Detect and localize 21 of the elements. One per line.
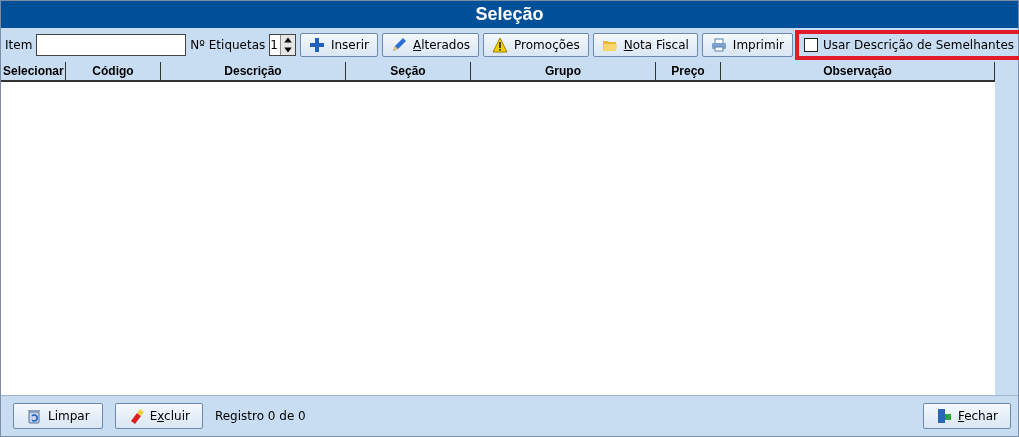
column-header[interactable]: Seção bbox=[346, 62, 471, 80]
column-header[interactable]: Descrição bbox=[161, 62, 346, 80]
labels-count-spinner[interactable]: 1 bbox=[269, 34, 296, 56]
column-header[interactable]: Código bbox=[66, 62, 161, 80]
print-button[interactable]: Imprimir bbox=[701, 33, 793, 57]
column-header[interactable]: Selecionar bbox=[1, 62, 66, 80]
promotions-button[interactable]: Promoções bbox=[483, 33, 589, 57]
changed-button[interactable]: Alterados bbox=[381, 33, 480, 57]
window-title: Seleção bbox=[1, 1, 1018, 28]
similar-description-checkbox[interactable]: Usar Descrição de Semelhantes bbox=[796, 32, 1019, 58]
invoice-button[interactable]: Nota Fiscal bbox=[592, 33, 698, 57]
column-header[interactable]: Grupo bbox=[471, 62, 656, 80]
column-header[interactable]: Preço bbox=[656, 62, 721, 80]
clear-button[interactable]: Limpar bbox=[13, 403, 103, 429]
labels-count-label: Nº Etiquetas bbox=[190, 38, 266, 52]
item-label: Item bbox=[5, 38, 33, 52]
delete-button[interactable]: Excluir bbox=[114, 403, 203, 429]
record-count: Registro 0 de 0 bbox=[214, 409, 306, 423]
close-button[interactable]: Fechar bbox=[922, 403, 1011, 429]
column-header[interactable]: Observação bbox=[721, 62, 995, 80]
insert-button[interactable]: Inserir bbox=[299, 33, 378, 57]
